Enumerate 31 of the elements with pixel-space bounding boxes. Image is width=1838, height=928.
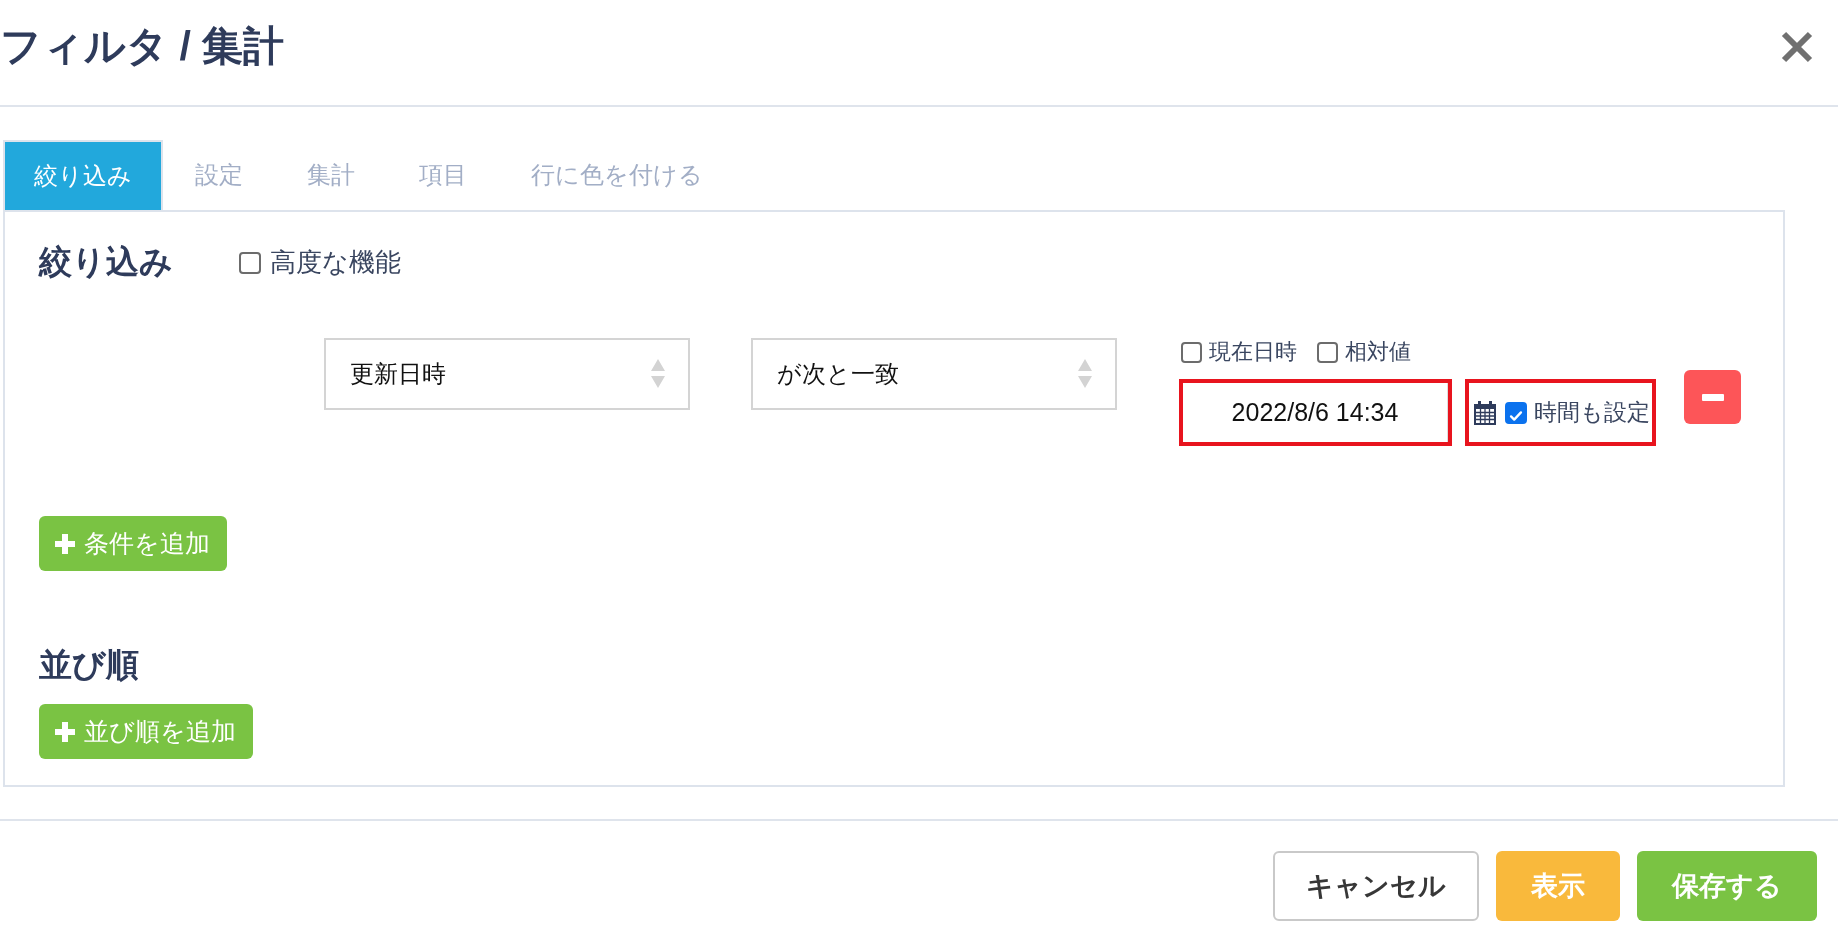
remove-button[interactable]: [1684, 370, 1741, 424]
checkbox-label: 高度な機能: [270, 246, 401, 279]
checkbox[interactable]: [239, 251, 261, 274]
checkbox-label: 現在日時: [1209, 339, 1297, 366]
checkbox[interactable]: [1181, 341, 1202, 363]
tab[interactable]: 項目: [387, 140, 499, 210]
close-icon[interactable]: [1780, 29, 1814, 64]
checkbox[interactable]: [1505, 401, 1527, 424]
checkbox-label: 相対値: [1345, 339, 1411, 366]
tab[interactable]: 絞り込み: [3, 140, 163, 210]
tab[interactable]: 設定: [163, 140, 275, 210]
tab[interactable]: 行に色を付ける: [499, 140, 735, 210]
tab[interactable]: 集計: [275, 140, 387, 210]
plus-icon: [55, 721, 75, 742]
checkbox[interactable]: [1317, 341, 1338, 363]
section-heading: 並び順: [39, 645, 140, 686]
minus-icon: [1701, 393, 1724, 401]
section-heading: 絞り込み: [39, 242, 173, 282]
select-field[interactable]: が次と一致: [751, 338, 1117, 410]
add-button[interactable]: 並び順を追加: [39, 704, 253, 760]
footer-button[interactable]: 表示: [1496, 851, 1620, 921]
sort-arrows-icon: [650, 358, 666, 390]
select-field[interactable]: 更新日時: [324, 338, 690, 410]
calendar-icon[interactable]: [1473, 399, 1497, 426]
footer-button[interactable]: キャンセル: [1273, 851, 1479, 921]
dialog-title: フィルタ / 集計: [0, 22, 285, 71]
sort-arrows-icon: [1077, 358, 1093, 390]
add-button[interactable]: 条件を追加: [39, 516, 227, 572]
footer-button[interactable]: 保存する: [1637, 851, 1817, 921]
checkbox-label: 時間も設定: [1534, 399, 1650, 427]
plus-icon: [55, 533, 75, 554]
